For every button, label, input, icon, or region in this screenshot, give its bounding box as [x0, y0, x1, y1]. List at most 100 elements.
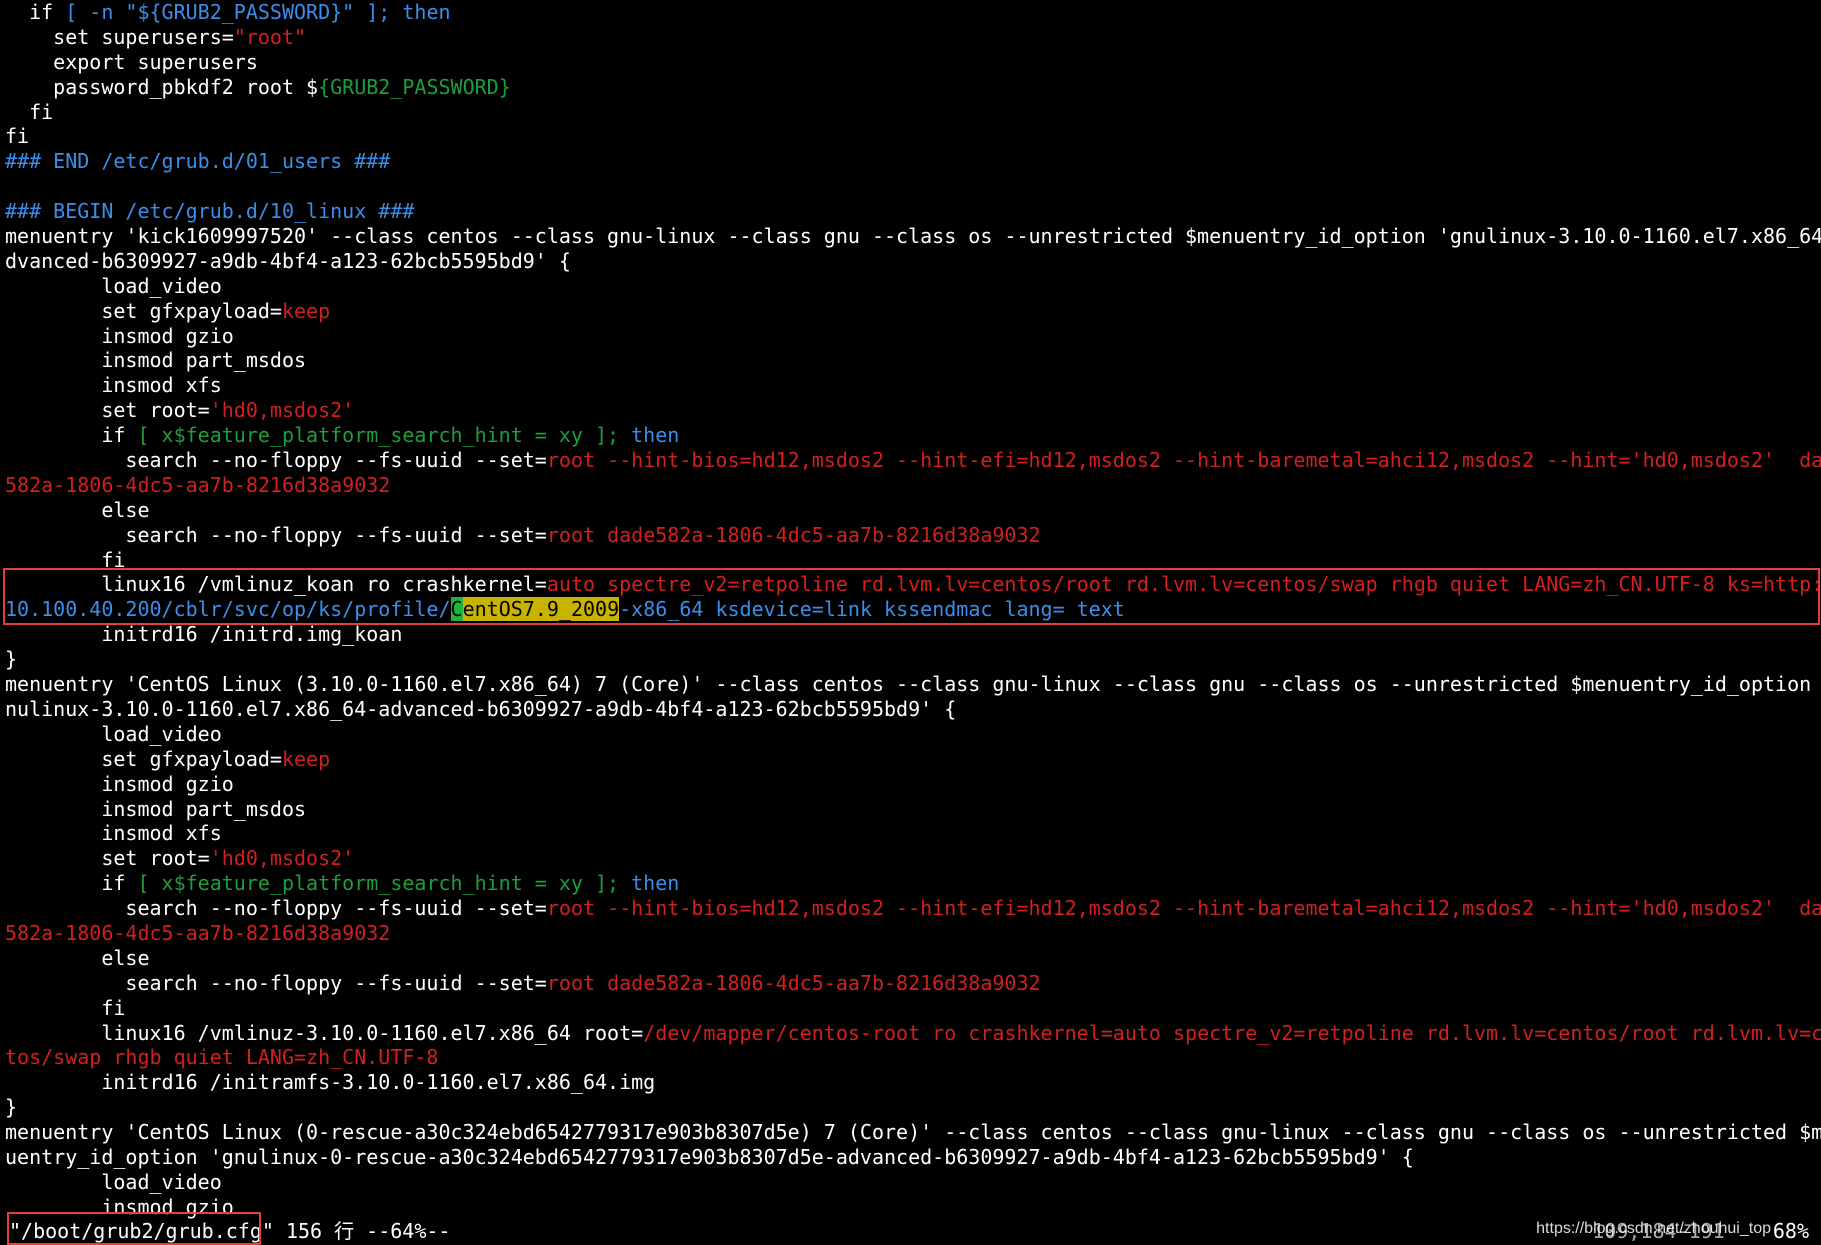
code-token: else	[5, 945, 150, 970]
code-token: ### END /etc/grub.d/01_users ###	[5, 149, 391, 174]
code-line[interactable]: menuentry 'CentOS Linux (0-rescue-a30c32…	[5, 1120, 1821, 1145]
code-token: insmod xfs	[5, 373, 222, 398]
code-token: auto spectre_v2=retpoline rd.lvm.lv=cent…	[546, 572, 1821, 597]
code-token: dvanced-b6309927-a9db-4bf4-a123-62bcb559…	[5, 248, 571, 273]
code-line[interactable]: dvanced-b6309927-a9db-4bf4-a123-62bcb559…	[5, 249, 1821, 274]
code-token: fi	[5, 547, 126, 572]
code-token: {GRUB2_PASSWORD}	[318, 74, 511, 99]
terminal-window[interactable]: if [ -n "${GRUB2_PASSWORD}" ]; then set …	[0, 0, 1821, 1245]
code-line[interactable]	[5, 174, 1821, 199]
code-token: root --hint-bios=hd12,msdos2 --hint-efi=…	[546, 896, 1821, 921]
watermark-text: https://blog.csdn.net/zhouhui_top	[1536, 1216, 1771, 1242]
code-line[interactable]: load_video	[5, 1170, 1821, 1195]
code-line[interactable]: else	[5, 498, 1821, 523]
code-token: 10.100.40.200/cblr/svc/op/ks/profile/	[5, 597, 451, 622]
code-line[interactable]: linux16 /vmlinuz-3.10.0-1160.el7.x86_64 …	[5, 1021, 1821, 1046]
code-token: tos/swap rhgb quiet LANG=zh_CN.UTF-8	[5, 1045, 439, 1070]
code-token: menuentry 'kick1609997520' --class cento…	[5, 224, 1821, 249]
code-line[interactable]: ### BEGIN /etc/grub.d/10_linux ###	[5, 199, 1821, 224]
code-token: [ x$feature_platform_search_hint = xy ];	[137, 871, 620, 896]
code-line[interactable]: insmod part_msdos	[5, 348, 1821, 373]
code-token: "root"	[233, 24, 307, 49]
code-token: }	[5, 647, 18, 672]
code-line[interactable]: insmod xfs	[5, 373, 1821, 398]
code-line[interactable]: fi	[5, 996, 1821, 1021]
status-file-info: "/boot/grub2/grub.cfg" 156 行 --64%--	[9, 1218, 450, 1245]
code-token: if	[5, 871, 138, 896]
code-token: set gfxpayload=	[5, 298, 282, 323]
code-line[interactable]: set gfxpayload=keep	[5, 747, 1821, 772]
status-line-count: 156 行 --64%--	[273, 1219, 451, 1243]
code-token: /dev/mapper/centos-root ro crashkernel=a…	[643, 1020, 1821, 1045]
code-line[interactable]: linux16 /vmlinuz_koan ro crashkernel=aut…	[5, 572, 1821, 597]
code-token: linux16 /vmlinuz-3.10.0-1160.el7.x86_64 …	[5, 1020, 644, 1045]
code-line[interactable]: search --no-floppy --fs-uuid --set=root …	[5, 448, 1821, 473]
code-line[interactable]: insmod gzio	[5, 324, 1821, 349]
code-line[interactable]: initrd16 /initramfs-3.10.0-1160.el7.x86_…	[5, 1070, 1821, 1095]
code-line[interactable]: if [ x$feature_platform_search_hint = xy…	[5, 423, 1821, 448]
code-line[interactable]: }	[5, 1095, 1821, 1120]
code-line[interactable]: 582a-1806-4dc5-aa7b-8216d38a9032	[5, 921, 1821, 946]
code-line[interactable]: 582a-1806-4dc5-aa7b-8216d38a9032	[5, 473, 1821, 498]
code-line[interactable]: insmod gzio	[5, 772, 1821, 797]
code-line[interactable]: else	[5, 946, 1821, 971]
code-token: linux16 /vmlinuz_koan ro crashkernel=	[5, 572, 547, 597]
code-token: insmod gzio	[5, 323, 234, 348]
code-line[interactable]: ### END /etc/grub.d/01_users ###	[5, 149, 1821, 174]
code-token: [ x$feature_platform_search_hint = xy ];	[137, 423, 620, 448]
code-line[interactable]: }	[5, 647, 1821, 672]
code-line[interactable]: uentry_id_option 'gnulinux-0-rescue-a30c…	[5, 1145, 1821, 1170]
code-token: insmod xfs	[5, 821, 222, 846]
code-line[interactable]: menuentry 'kick1609997520' --class cento…	[5, 224, 1821, 249]
code-token: export superusers	[5, 49, 258, 74]
code-token: 'hd0,msdos2'	[209, 398, 355, 423]
code-line[interactable]: password_pbkdf2 root ${GRUB2_PASSWORD}	[5, 75, 1821, 100]
code-token: menuentry 'CentOS Linux (0-rescue-a30c32…	[5, 1120, 1821, 1145]
code-line[interactable]: set superusers="root"	[5, 25, 1821, 50]
code-line[interactable]: initrd16 /initrd.img_koan	[5, 622, 1821, 647]
code-line[interactable]: search --no-floppy --fs-uuid --set=root …	[5, 896, 1821, 921]
code-line[interactable]: nulinux-3.10.0-1160.el7.x86_64-advanced-…	[5, 697, 1821, 722]
code-line[interactable]: set gfxpayload=keep	[5, 299, 1821, 324]
status-filename: "/boot/grub2/grub.cfg"	[9, 1219, 274, 1243]
code-line[interactable]: export superusers	[5, 50, 1821, 75]
code-token: set gfxpayload=	[5, 746, 282, 771]
code-token: fi	[5, 99, 54, 124]
code-line[interactable]: fi	[5, 100, 1821, 125]
code-line[interactable]: menuentry 'CentOS Linux (3.10.0-1160.el7…	[5, 672, 1821, 697]
code-line[interactable]: tos/swap rhgb quiet LANG=zh_CN.UTF-8	[5, 1045, 1821, 1070]
code-line[interactable]: set root='hd0,msdos2'	[5, 846, 1821, 871]
code-line[interactable]: load_video	[5, 274, 1821, 299]
code-token: insmod gzio	[5, 771, 234, 796]
code-token: root dade582a-1806-4dc5-aa7b-8216d38a903…	[546, 522, 1041, 547]
editor-buffer[interactable]: if [ -n "${GRUB2_PASSWORD}" ]; then set …	[5, 0, 1821, 1220]
code-line[interactable]: set root='hd0,msdos2'	[5, 398, 1821, 423]
code-token: 582a-1806-4dc5-aa7b-8216d38a9032	[5, 920, 391, 945]
code-token: nulinux-3.10.0-1160.el7.x86_64-advanced-…	[5, 696, 957, 721]
code-token: search --no-floppy --fs-uuid --set=	[5, 896, 547, 921]
code-line[interactable]: 10.100.40.200/cblr/svc/op/ks/profile/Cen…	[5, 597, 1821, 622]
code-token: -x86_64 ksdevice=link kssendmac lang= te…	[619, 597, 1125, 622]
code-token: insmod part_msdos	[5, 796, 307, 821]
code-token: search --no-floppy --fs-uuid --set=	[5, 448, 547, 473]
code-token: then	[619, 423, 680, 448]
code-line[interactable]: fi	[5, 124, 1821, 149]
code-line[interactable]: search --no-floppy --fs-uuid --set=root …	[5, 523, 1821, 548]
code-line[interactable]: search --no-floppy --fs-uuid --set=root …	[5, 971, 1821, 996]
code-token: else	[5, 497, 150, 522]
code-token: 'hd0,msdos2'	[209, 846, 355, 871]
search-match-highlight: entOS7.9_2009	[462, 597, 620, 622]
code-token: keep	[281, 746, 331, 771]
code-token: root --hint-bios=hd12,msdos2 --hint-efi=…	[546, 448, 1821, 473]
code-token: load_video	[5, 273, 222, 298]
code-line[interactable]: if [ x$feature_platform_search_hint = xy…	[5, 871, 1821, 896]
code-token: [ -n "${GRUB2_PASSWORD}" ];	[65, 0, 391, 24]
code-line[interactable]: insmod part_msdos	[5, 797, 1821, 822]
code-token: insmod part_msdos	[5, 348, 307, 373]
code-line[interactable]: insmod xfs	[5, 821, 1821, 846]
code-token: fi	[5, 124, 30, 149]
code-line[interactable]: if [ -n "${GRUB2_PASSWORD}" ]; then	[5, 0, 1821, 25]
code-token: uentry_id_option 'gnulinux-0-rescue-a30c…	[5, 1144, 1414, 1169]
code-line[interactable]: fi	[5, 548, 1821, 573]
code-line[interactable]: load_video	[5, 722, 1821, 747]
